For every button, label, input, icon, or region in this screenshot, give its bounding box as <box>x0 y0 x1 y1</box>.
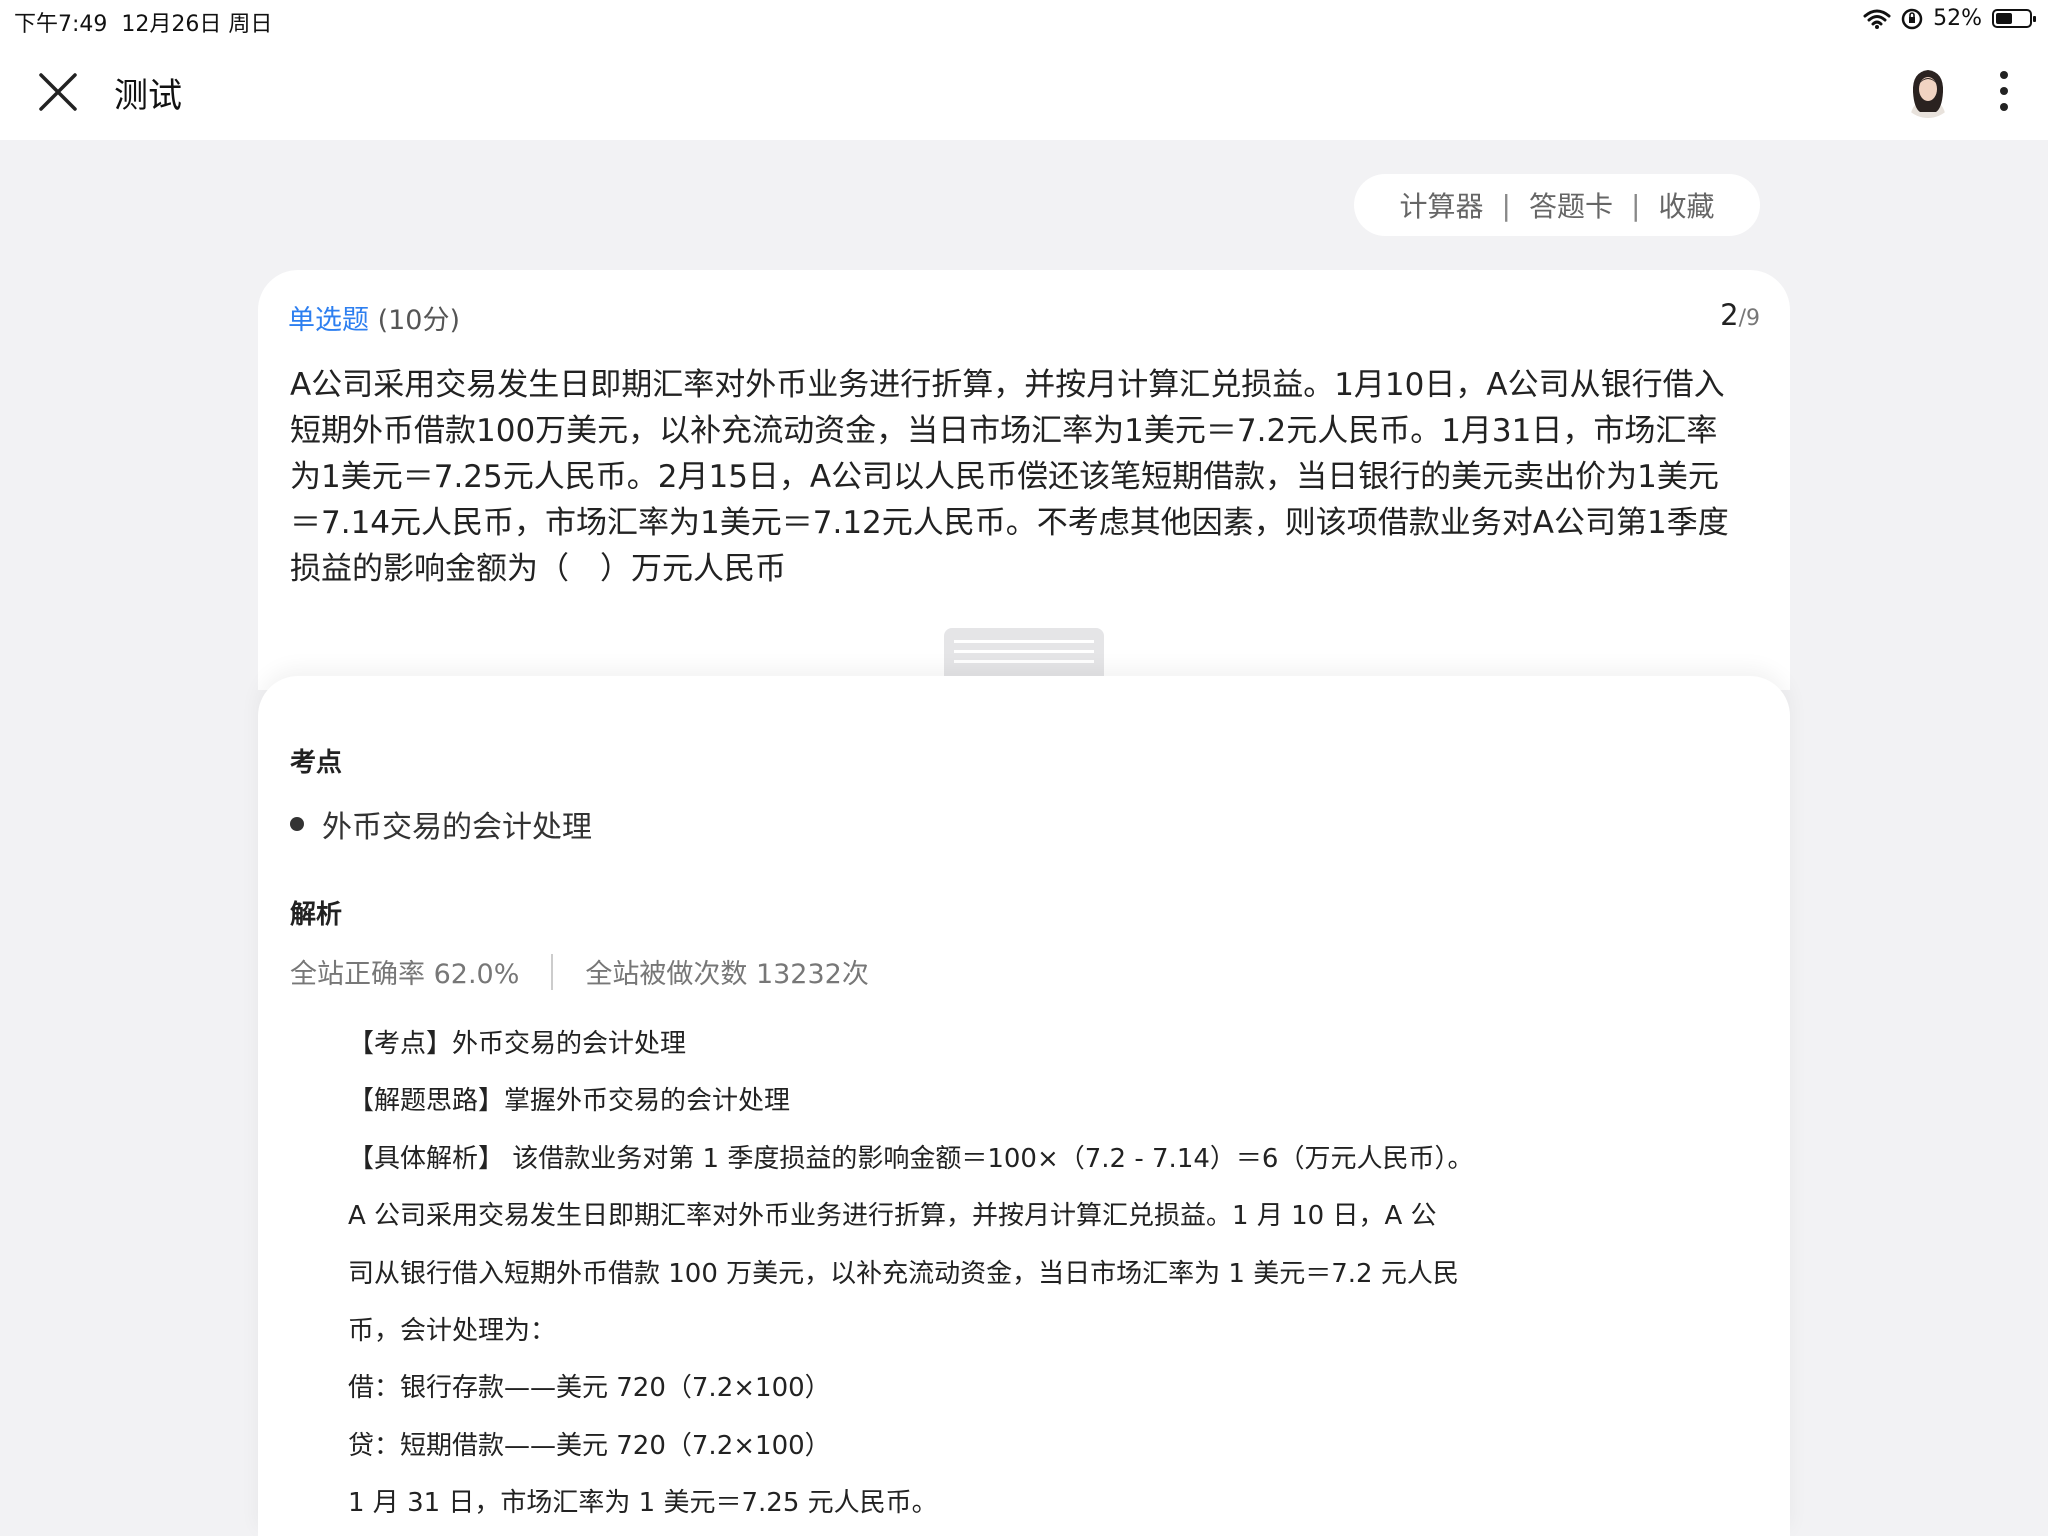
status-time-text: 下午7:49 <box>14 12 108 37</box>
status-date: 12月26日 周日 <box>121 12 273 37</box>
question-index: 2/9 <box>1720 298 1760 332</box>
question-score: (10分) <box>377 305 461 336</box>
answer-card-button[interactable]: 答题卡 <box>1529 185 1613 225</box>
attempts-stat: 全站被做次数 13232次 <box>585 959 869 990</box>
more-button[interactable] <box>1988 66 2020 116</box>
tool-separator: | <box>1631 188 1641 222</box>
stats-row: 全站正确率 62.0% 全站被做次数 13232次 <box>290 952 869 991</box>
accuracy-stat: 全站正确率 62.0% <box>290 959 520 990</box>
explanation-body: 【考点】外币交易的会计处理 【解题思路】掌握外币交易的会计处理 【具体解析】 该… <box>348 1016 1508 1533</box>
close-icon <box>39 73 77 111</box>
analysis-card: 考点 外币交易的会计处理 解析 全站正确率 62.0% 全站被做次数 13232… <box>258 676 1790 1536</box>
battery-nub <box>2033 16 2036 22</box>
analysis-section-title: 解析 <box>290 900 343 930</box>
point-item-label: 外币交易的会计处理 <box>322 810 592 845</box>
drag-handle-line <box>954 650 1094 653</box>
question-stem: A公司采用交易发生日即期汇率对外币业务进行折算，并按月计算汇兑损益。1月10日，… <box>290 367 1729 587</box>
avatar[interactable] <box>1900 62 1956 118</box>
page-title: 测试 <box>114 76 182 116</box>
calculator-button[interactable]: 计算器 <box>1400 185 1484 225</box>
nav-bar: 测试 <box>0 40 2048 140</box>
question-type: 单选题 (10分) <box>288 298 460 337</box>
user-avatar-icon <box>1900 62 1956 118</box>
status-bar: 下午7:49 12月26日 周日 52% <box>0 0 2048 40</box>
drag-handle-line <box>954 660 1094 663</box>
explanation-line: 币，会计处理为： <box>348 1315 557 1346</box>
orientation-lock-icon <box>1901 8 1923 29</box>
explanation-line: 1 月 31 日，市场汇率为 1 美元＝7.25 元人民币。 <box>348 1488 938 1519</box>
point-section-title: 考点 <box>290 748 343 778</box>
explanation-line: 贷：短期借款——美元 720（7.2×100） <box>348 1430 831 1461</box>
status-time: 下午7:49 12月26日 周日 <box>14 6 272 38</box>
tool-bar: 计算器 | 答题卡 | 收藏 <box>1354 174 1760 236</box>
explanation-line: 【解题思路】掌握外币交易的会计处理 <box>348 1086 791 1117</box>
wifi-icon <box>1863 9 1891 29</box>
question-type-label: 单选题 <box>288 305 369 336</box>
battery-icon <box>1992 9 2036 28</box>
more-vertical-icon <box>2000 71 2008 111</box>
explanation-line: 【考点】外币交易的会计处理 <box>348 1029 687 1059</box>
tool-separator: | <box>1501 188 1511 222</box>
question-current: 2 <box>1720 298 1739 332</box>
drag-handle[interactable] <box>944 628 1104 678</box>
explanation-line: 【具体解析】 该借款业务对第 1 季度损益的影响金额＝100×（7.2 - 7.… <box>348 1143 1474 1174</box>
drag-handle-line <box>954 640 1094 643</box>
status-indicators: 52% <box>1863 6 2036 31</box>
question-total: /9 <box>1738 306 1760 331</box>
stats-divider <box>551 953 554 990</box>
favorite-button[interactable]: 收藏 <box>1658 185 1714 225</box>
close-button[interactable] <box>36 70 80 114</box>
explanation-line: 司从银行借入短期外币借款 100 万美元，以补充流动资金，当日市场汇率为 1 美… <box>348 1258 1459 1289</box>
battery-percent: 52% <box>1933 6 1982 31</box>
point-item: 外币交易的会计处理 <box>290 802 592 846</box>
question-card: 单选题 (10分) 2/9 A公司采用交易发生日即期汇率对外币业务进行折算，并按… <box>258 270 1790 690</box>
explanation-line: A 公司采用交易发生日即期汇率对外币业务进行折算，并按月计算汇兑损益。1 月 1… <box>348 1201 1437 1232</box>
explanation-line: 借：银行存款——美元 720（7.2×100） <box>348 1373 831 1404</box>
battery-level <box>1996 13 2012 24</box>
bullet-icon <box>290 817 304 831</box>
